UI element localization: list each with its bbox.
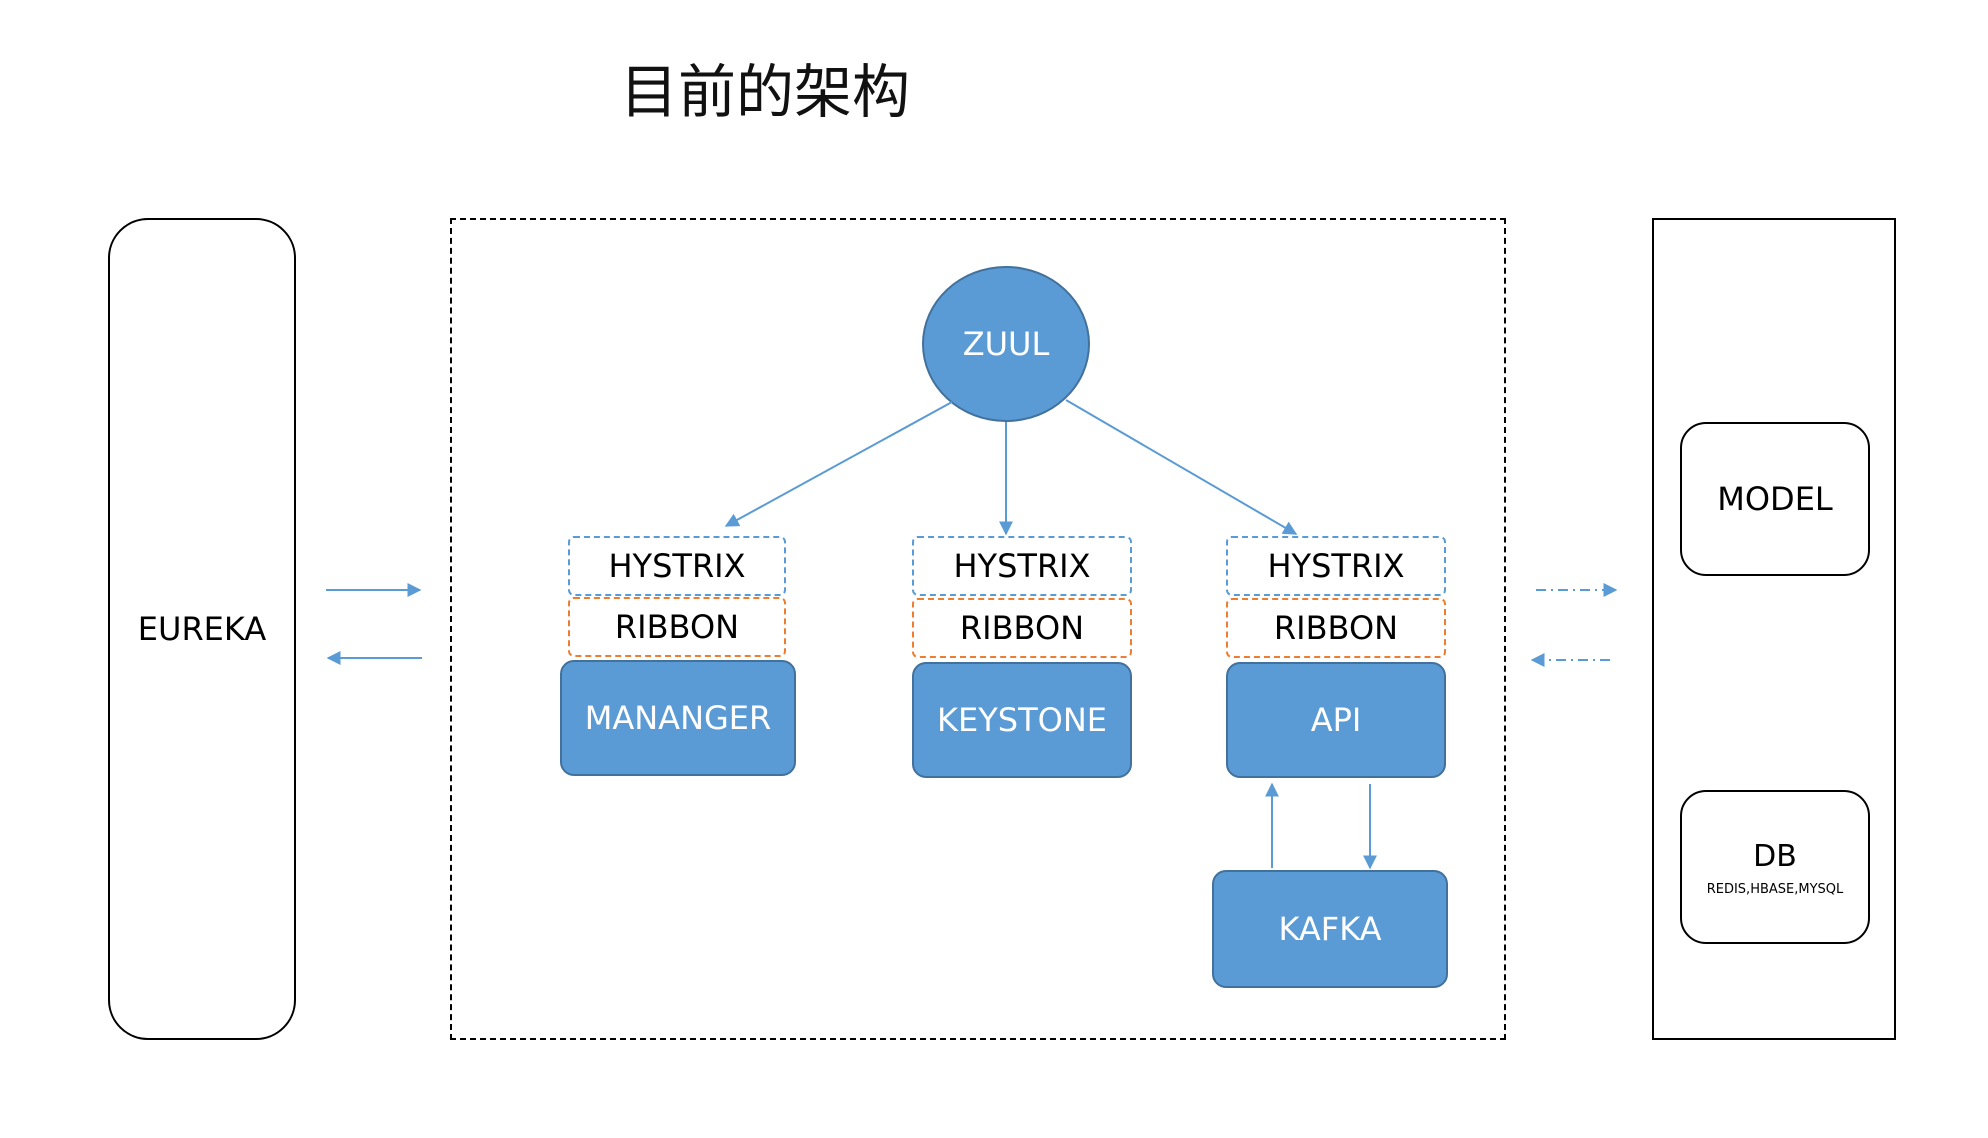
connector-layer [326,399,1618,870]
arrow-zuul-to-mananger [724,401,953,527]
arrow-zuul-to-api [1065,399,1298,535]
